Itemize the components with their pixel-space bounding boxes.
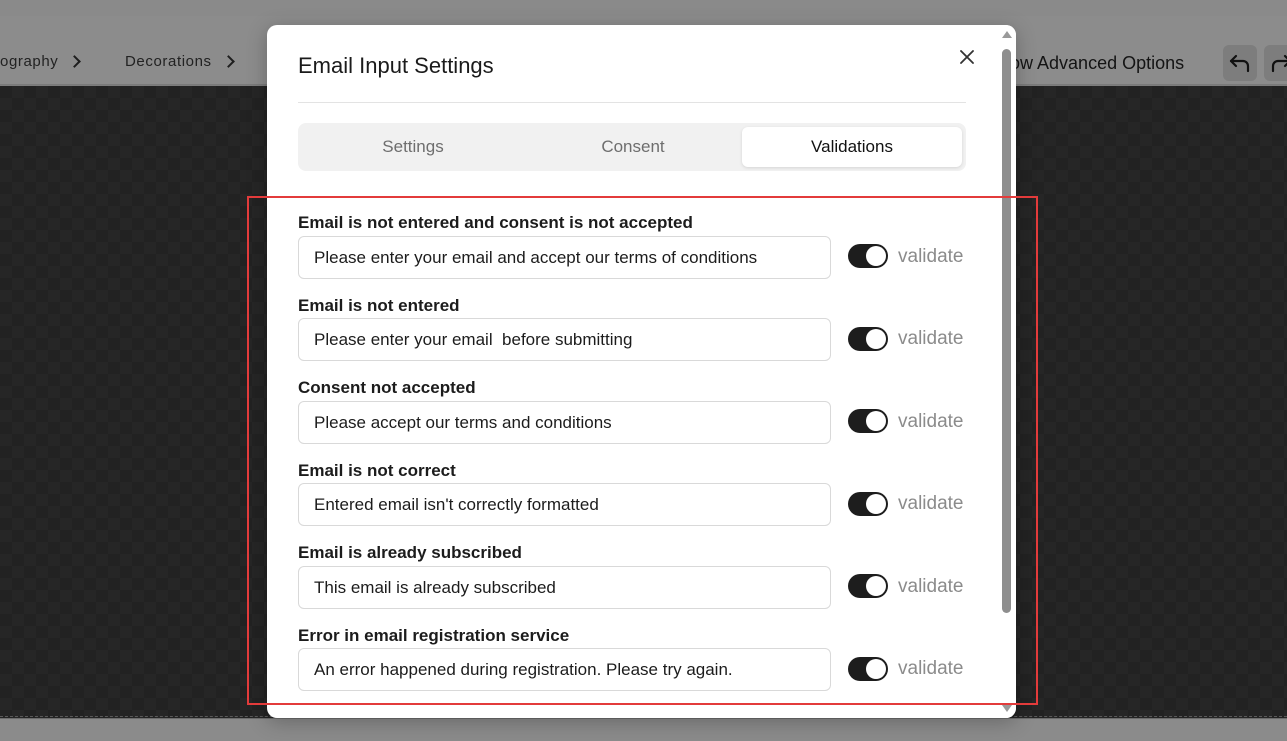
- close-icon: [960, 50, 974, 64]
- validate-toggle[interactable]: [848, 409, 888, 433]
- validation-label: Email is not entered: [298, 296, 460, 315]
- email-input-settings-modal: Email Input Settings Settings Consent Va…: [267, 25, 1016, 718]
- toggle-knob: [866, 494, 886, 514]
- validation-message-input[interactable]: [298, 648, 831, 691]
- validate-toggle-label: validate: [898, 493, 964, 514]
- redo-button[interactable]: [1264, 45, 1287, 81]
- breadcrumb-label: ography: [0, 53, 59, 70]
- validation-label: Email is not correct: [298, 461, 456, 480]
- validate-toggle[interactable]: [848, 492, 888, 516]
- undo-icon: [1229, 54, 1250, 73]
- breadcrumb-label: Decorations: [125, 53, 212, 70]
- validation-message-input[interactable]: [298, 318, 831, 361]
- validate-toggle[interactable]: [848, 574, 888, 598]
- validation-message-input[interactable]: [298, 483, 831, 526]
- breadcrumb-decorations[interactable]: Decorations: [125, 53, 235, 70]
- validate-toggle[interactable]: [848, 327, 888, 351]
- validation-message-input[interactable]: [298, 566, 831, 609]
- toggle-knob: [866, 329, 886, 349]
- validation-label: Consent not accepted: [298, 378, 476, 397]
- title-divider: [298, 102, 966, 103]
- scroll-down-arrow-icon[interactable]: [1002, 705, 1012, 712]
- validate-toggle-label: validate: [898, 411, 964, 432]
- chevron-right-icon: [221, 55, 235, 68]
- undo-button[interactable]: [1223, 45, 1257, 81]
- validate-toggle[interactable]: [848, 244, 888, 268]
- tab-validations[interactable]: Validations: [742, 127, 962, 167]
- scrollbar-thumb[interactable]: [1002, 49, 1011, 613]
- validate-toggle-label: validate: [898, 246, 964, 267]
- breadcrumb-typography[interactable]: ography: [0, 53, 82, 70]
- validation-label: Email is already subscribed: [298, 543, 522, 562]
- validation-label: Error in email registration service: [298, 626, 570, 645]
- validation-message-input[interactable]: [298, 401, 831, 444]
- toggle-knob: [866, 576, 886, 596]
- show-advanced-options-button[interactable]: how Advanced Options: [1000, 53, 1184, 74]
- toggle-knob: [866, 411, 886, 431]
- toggle-knob: [866, 246, 886, 266]
- redo-icon: [1271, 54, 1287, 73]
- validate-toggle-label: validate: [898, 328, 964, 349]
- bottom-strip: [0, 718, 1287, 741]
- validation-label: Email is not entered and consent is not …: [298, 213, 693, 232]
- chevron-right-icon: [68, 55, 82, 68]
- validate-toggle-label: validate: [898, 658, 964, 679]
- screen: ography Decorations how Advanced Options…: [0, 0, 1287, 741]
- tab-consent[interactable]: Consent: [523, 127, 743, 167]
- tab-settings[interactable]: Settings: [303, 127, 523, 167]
- tab-bar: Settings Consent Validations: [298, 123, 966, 171]
- toggle-knob: [866, 659, 886, 679]
- close-button[interactable]: [955, 45, 979, 69]
- scroll-up-arrow-icon[interactable]: [1002, 31, 1012, 38]
- modal-title: Email Input Settings: [298, 53, 494, 78]
- validate-toggle[interactable]: [848, 657, 888, 681]
- validate-toggle-label: validate: [898, 576, 964, 597]
- validation-message-input[interactable]: [298, 236, 831, 279]
- top-strip: [0, 0, 1287, 16]
